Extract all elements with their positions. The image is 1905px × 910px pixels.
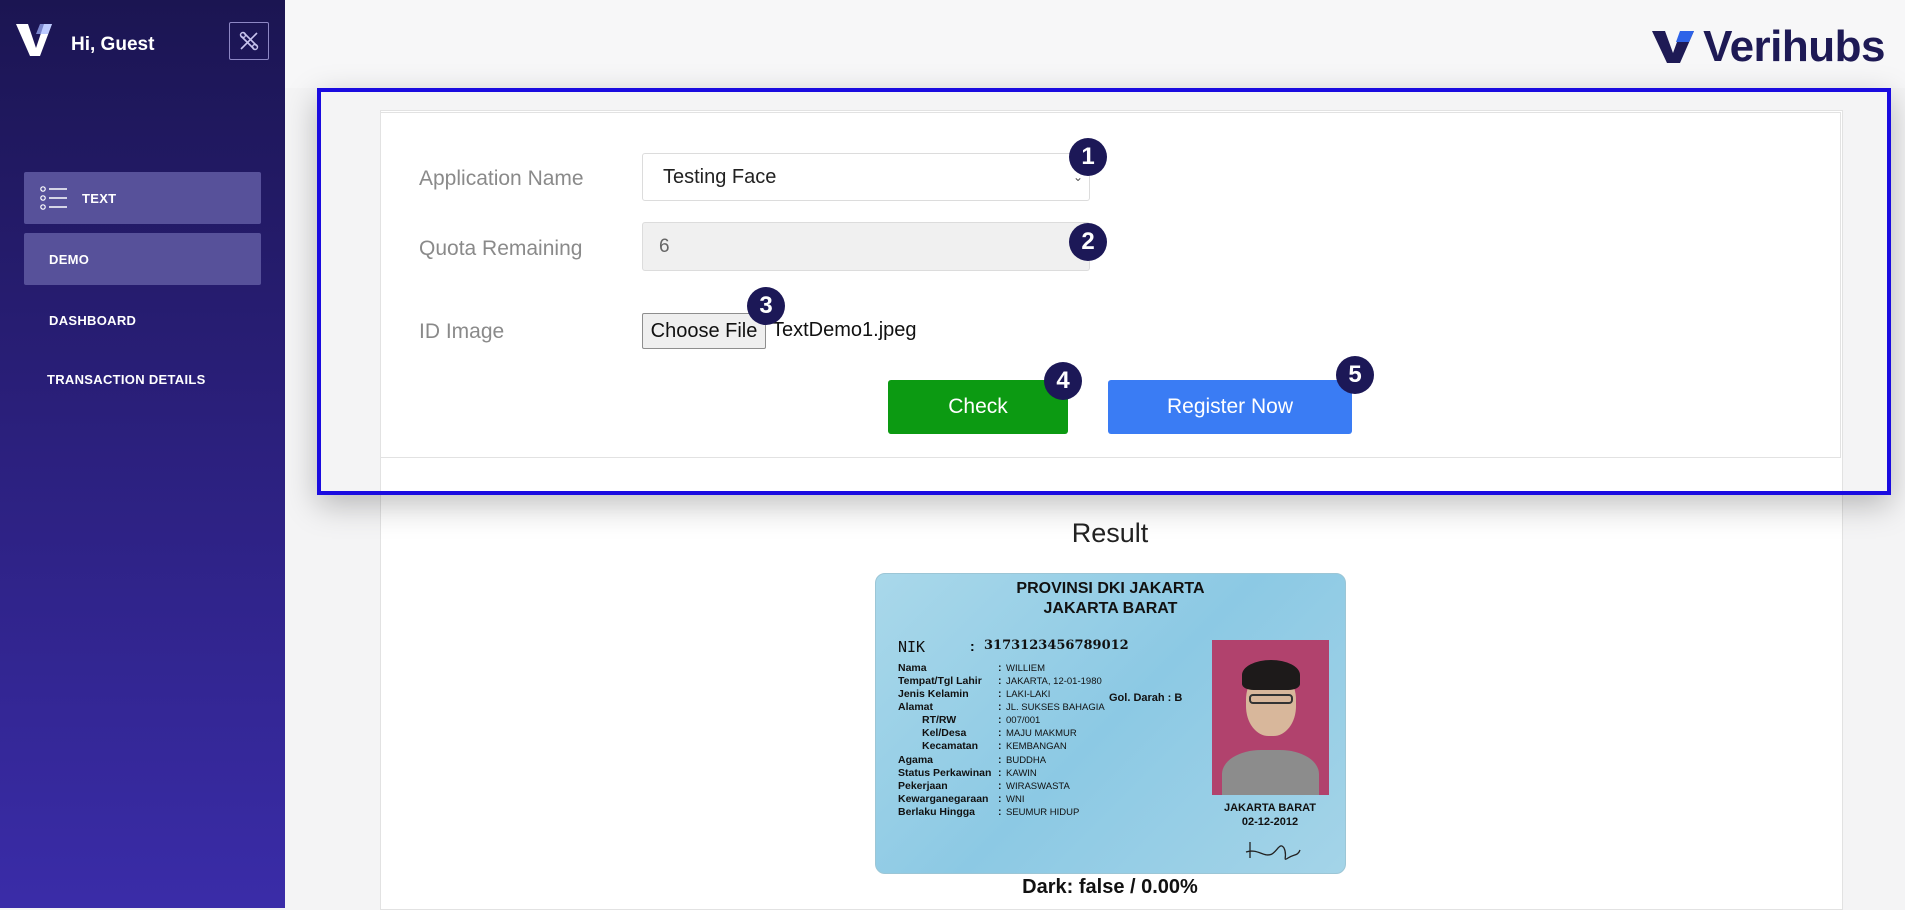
- field-key: Agama: [898, 754, 934, 766]
- field-value: BUDDHA: [1006, 755, 1047, 766]
- field-value: KEMBANGAN: [1006, 741, 1067, 752]
- id-field-row: Kecamatan: KEMBANGAN: [898, 740, 1067, 752]
- id-card-nik-value: 3173123456789012: [984, 638, 1129, 653]
- id-field-row: Jenis Kelamin: LAKI-LAKI: [898, 688, 1051, 700]
- field-key: Pekerjaan: [898, 780, 948, 792]
- logo-text: Verihubs: [1703, 22, 1885, 71]
- verihubs-mark-icon: [16, 24, 52, 56]
- id-field-row: Kewarganegaraan: WNI: [898, 793, 1025, 805]
- quota-remaining-field: 6: [642, 222, 1090, 271]
- sidebar-item-label: DASHBOARD: [49, 312, 137, 328]
- application-name-select[interactable]: Testing Face ⌄: [642, 153, 1090, 201]
- field-value: 007/001: [1006, 715, 1041, 726]
- id-card-blood-type: Gol. Darah : B: [1109, 692, 1183, 704]
- id-field-row: Alamat: JL. SUKSES BAHAGIA: [898, 701, 1105, 713]
- collapse-sidebar-button[interactable]: [229, 22, 269, 60]
- selected-file-name: TextDemo1.jpeg: [772, 319, 917, 341]
- check-button[interactable]: Check: [888, 380, 1068, 434]
- register-now-button[interactable]: Register Now: [1108, 380, 1352, 434]
- sidebar-item-label: DEMO: [49, 251, 90, 267]
- tools-icon: [239, 31, 259, 51]
- id-card-province: PROVINSI DKI JAKARTA: [1016, 580, 1205, 597]
- field-key: Tempat/Tgl Lahir: [898, 675, 982, 687]
- step-badge-3: 3: [747, 287, 785, 325]
- field-key: Nama: [898, 662, 927, 674]
- id-field-row: Berlaku Hingga: SEUMUR HIDUP: [898, 806, 1080, 818]
- id-image-label: ID Image: [419, 320, 505, 343]
- top-bar: Verihubs: [285, 0, 1905, 88]
- id-field-row: Agama: BUDDHA: [898, 754, 1047, 766]
- result-title: Result: [1071, 518, 1149, 548]
- application-name-value: Testing Face: [663, 165, 777, 188]
- field-key: Kecamatan: [922, 740, 979, 752]
- field-key: Status Perkawinan: [898, 767, 992, 779]
- id-field-row: RT/RW:007/001: [898, 714, 1040, 726]
- field-value: WIRASWASTA: [1006, 781, 1070, 792]
- greeting: Hi, Guest: [71, 34, 155, 55]
- nik-colon: :: [970, 638, 975, 654]
- field-value: WNI: [1006, 794, 1025, 805]
- field-key: Kewarganegaraan: [898, 793, 989, 805]
- id-card-issue-place: JAKARTA BARAT: [1223, 802, 1317, 814]
- id-field-row: Status Perkawinan: KAWIN: [898, 767, 1037, 779]
- sidebar-item-demo[interactable]: DEMO: [24, 233, 261, 285]
- field-key: RT/RW: [922, 714, 957, 726]
- quota-remaining-value: 6: [659, 235, 670, 257]
- field-key: Berlaku Hingga: [898, 806, 976, 818]
- field-value: SEUMUR HIDUP: [1006, 807, 1080, 818]
- signature-icon: [1245, 842, 1301, 860]
- list-icon: [40, 186, 67, 210]
- choose-file-button[interactable]: Choose File: [642, 313, 766, 349]
- field-value: WILLIEM: [1006, 663, 1046, 674]
- id-card-issue-date: 02-12-2012: [1241, 816, 1299, 828]
- id-field-row: Kel/Desa: MAJU MAKMUR: [898, 727, 1077, 739]
- dark-status: Dark: false / 0.00%: [1022, 876, 1198, 898]
- step-badge-5: 5: [1336, 356, 1374, 394]
- sidebar-item-text[interactable]: TEXT: [24, 172, 261, 224]
- id-card-nik-label: NIK: [898, 638, 926, 656]
- sidebar-item-label: TRANSACTION DETAILS: [47, 371, 206, 387]
- sidebar-item-dashboard[interactable]: DASHBOARD: [24, 294, 261, 346]
- field-value: JL. SUKSES BAHAGIA: [1006, 702, 1105, 713]
- id-field-row: Pekerjaan: WIRASWASTA: [898, 780, 1070, 792]
- step-badge-4: 4: [1044, 362, 1082, 400]
- application-name-label: Application Name: [419, 167, 584, 190]
- field-key: Kel/Desa: [922, 727, 967, 739]
- field-key: Jenis Kelamin: [898, 688, 969, 700]
- sidebar: Hi, Guest TEXT DEMO DASHBOARD TRANSACTIO…: [0, 0, 285, 908]
- field-value: MAJU MAKMUR: [1006, 728, 1077, 739]
- id-field-row: Tempat/Tgl Lahir: JAKARTA, 12-01-1980: [898, 675, 1102, 687]
- sidebar-item-label: TEXT: [82, 190, 117, 206]
- field-value: LAKI-LAKI: [1006, 689, 1051, 700]
- verihubs-logo: Verihubs: [1651, 22, 1885, 72]
- field-value: JAKARTA, 12-01-1980: [1006, 676, 1102, 687]
- field-value: KAWIN: [1006, 768, 1037, 779]
- sidebar-item-transaction-details[interactable]: TRANSACTION DETAILS: [24, 353, 261, 405]
- verihubs-logo-icon: [1652, 31, 1695, 63]
- id-card-image: PROVINSI DKI JAKARTA JAKARTA BARAT NIK :…: [875, 573, 1346, 874]
- id-card-city: JAKARTA BARAT: [1043, 600, 1178, 617]
- id-field-row: Nama: WILLIEM: [898, 662, 1046, 674]
- quota-remaining-label: Quota Remaining: [419, 237, 583, 260]
- id-card-photo: [1212, 640, 1329, 795]
- field-key: Alamat: [898, 701, 934, 713]
- step-badge-1: 1: [1069, 138, 1107, 176]
- step-badge-2: 2: [1069, 223, 1107, 261]
